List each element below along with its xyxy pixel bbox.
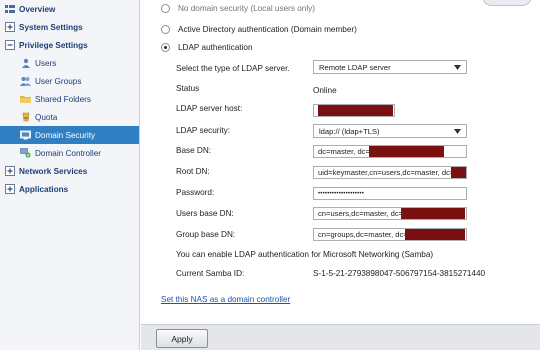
nav-domain-security[interactable]: Domain Security bbox=[0, 126, 139, 144]
host-label: LDAP server host: bbox=[176, 104, 243, 113]
nav-domain-security-label: Domain Security bbox=[35, 130, 96, 140]
plus-expand-icon bbox=[4, 166, 15, 177]
minus-collapse-icon bbox=[4, 40, 15, 51]
option-ldap[interactable]: LDAP authentication bbox=[161, 43, 253, 52]
apply-button[interactable]: Apply bbox=[156, 329, 208, 348]
users-base-dn-label: Users base DN: bbox=[176, 209, 234, 218]
nav-domain-controller[interactable]: Domain Controller bbox=[0, 144, 139, 162]
server-type-label: Select the type of LDAP server. bbox=[176, 64, 290, 73]
redacted-block bbox=[318, 105, 393, 116]
users-base-dn-input[interactable]: cn=users,dc=master, dc= bbox=[313, 207, 467, 220]
option-no-domain-label: No domain security (Local users only) bbox=[178, 4, 315, 13]
nav-privilege-settings[interactable]: Privilege Settings bbox=[0, 36, 139, 54]
window-tab bbox=[482, 0, 532, 6]
plus-expand-icon bbox=[4, 22, 15, 33]
nav-domain-controller-label: Domain Controller bbox=[35, 148, 101, 158]
radio-ldap[interactable] bbox=[161, 43, 170, 52]
redacted-block bbox=[401, 208, 465, 219]
security-select[interactable]: ldap:// (ldap+TLS) bbox=[313, 124, 467, 138]
redacted-block bbox=[451, 167, 466, 178]
nav-network-services[interactable]: Network Services bbox=[0, 162, 139, 180]
nav-quota-label: Quota bbox=[35, 112, 58, 122]
quota-icon bbox=[20, 112, 31, 123]
password-label: Password: bbox=[176, 188, 215, 197]
dropdown-arrow-icon bbox=[454, 64, 461, 73]
nav-shared-folders-label: Shared Folders bbox=[35, 94, 91, 104]
base-dn-label: Base DN: bbox=[176, 146, 212, 155]
radio-no-domain[interactable] bbox=[161, 4, 170, 13]
nav-shared-folders[interactable]: Shared Folders bbox=[0, 90, 139, 108]
group-base-dn-input[interactable]: cn=groups,dc=master, dc= bbox=[313, 228, 467, 241]
option-active-directory-label: Active Directory authentication (Domain … bbox=[178, 25, 357, 34]
host-input[interactable] bbox=[313, 104, 395, 117]
set-domain-controller-link[interactable]: Set this NAS as a domain controller bbox=[161, 295, 290, 304]
nav-applications[interactable]: Applications bbox=[0, 180, 139, 198]
password-value: •••••••••••••••••••• bbox=[318, 190, 365, 197]
overview-icon bbox=[4, 4, 15, 15]
option-no-domain[interactable]: No domain security (Local users only) bbox=[161, 4, 315, 13]
root-dn-label: Root DN: bbox=[176, 167, 210, 176]
samba-id-label: Current Samba ID: bbox=[176, 269, 245, 278]
nav-applications-label: Applications bbox=[19, 184, 69, 194]
folder-icon bbox=[20, 94, 31, 105]
sidebar: Overview System Settings Privilege Setti… bbox=[0, 0, 140, 350]
server-type-value: Remote LDAP server bbox=[319, 62, 391, 72]
nav-system-settings[interactable]: System Settings bbox=[0, 18, 139, 36]
user-icon bbox=[20, 58, 31, 69]
redacted-block bbox=[405, 229, 465, 240]
domain-security-panel: No domain security (Local users only) Ac… bbox=[141, 0, 540, 350]
nav-quota[interactable]: Quota bbox=[0, 108, 139, 126]
nav-users-label: Users bbox=[35, 58, 57, 68]
domain-security-icon bbox=[20, 130, 31, 141]
option-active-directory[interactable]: Active Directory authentication (Domain … bbox=[161, 25, 357, 34]
nav-system-settings-label: System Settings bbox=[19, 22, 83, 32]
nav-user-groups-label: User Groups bbox=[35, 76, 82, 86]
base-dn-input[interactable]: dc=master, dc= bbox=[313, 145, 467, 158]
redacted-block bbox=[369, 146, 444, 157]
footer-bar: Apply bbox=[141, 324, 540, 350]
nav-network-services-label: Network Services bbox=[19, 166, 88, 176]
status-value: Online bbox=[313, 86, 337, 95]
user-group-icon bbox=[20, 76, 31, 87]
group-base-dn-label: Group base DN: bbox=[176, 230, 236, 239]
group-base-dn-value: cn=groups,dc=master, dc= bbox=[318, 230, 408, 239]
nav-overview-label: Overview bbox=[19, 4, 56, 14]
status-label: Status bbox=[176, 84, 200, 93]
samba-note: You can enable LDAP authentication for M… bbox=[176, 250, 434, 259]
option-ldap-label: LDAP authentication bbox=[178, 43, 253, 52]
security-value: ldap:// (ldap+TLS) bbox=[319, 126, 380, 136]
samba-id-value: S-1-5-21-2793898047-506797154-3815271440 bbox=[313, 269, 486, 278]
domain-controller-icon bbox=[20, 148, 31, 159]
nav-privilege-settings-label: Privilege Settings bbox=[19, 40, 88, 50]
server-type-select[interactable]: Remote LDAP server bbox=[313, 60, 467, 74]
users-base-dn-value: cn=users,dc=master, dc= bbox=[318, 209, 404, 218]
root-dn-value: uid=keymaster,cn=users,dc=master, dc= bbox=[318, 168, 455, 177]
plus-expand-icon bbox=[4, 184, 15, 195]
dropdown-arrow-icon bbox=[454, 128, 461, 137]
nav-overview[interactable]: Overview bbox=[0, 0, 139, 18]
password-input[interactable]: •••••••••••••••••••• bbox=[313, 187, 467, 200]
base-dn-value: dc=master, dc= bbox=[318, 147, 370, 156]
security-label: LDAP security: bbox=[176, 126, 230, 135]
radio-active-directory[interactable] bbox=[161, 25, 170, 34]
nav-users[interactable]: Users bbox=[0, 54, 139, 72]
root-dn-input[interactable]: uid=keymaster,cn=users,dc=master, dc= bbox=[313, 166, 467, 179]
nav-user-groups[interactable]: User Groups bbox=[0, 72, 139, 90]
